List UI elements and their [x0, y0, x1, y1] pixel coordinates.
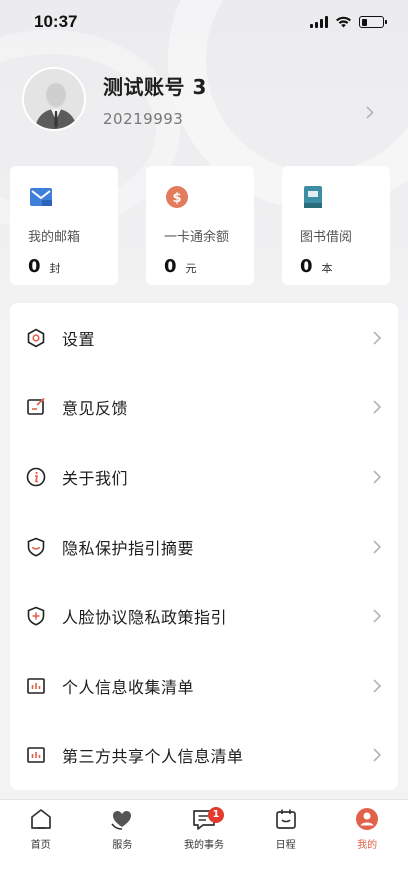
menu-item-label: 隐私保护指引摘要: [62, 538, 195, 558]
stat-value: 0: [28, 256, 41, 277]
user-avatar-icon: [24, 69, 84, 129]
menu-item-label: 人脸协议隐私政策指引: [62, 608, 228, 628]
chevron-right-icon: [373, 679, 382, 693]
bottom-tab-bar: 首页 服务 1 我的事务 日程 我的: [0, 799, 408, 883]
stat-unit: 元: [185, 262, 197, 275]
stat-value: 0: [300, 256, 313, 277]
tab-label: 我的事务: [183, 840, 224, 851]
menu-item-about-us[interactable]: 关于我们: [10, 442, 398, 512]
battery-icon: [359, 16, 387, 28]
status-time: 10:37: [34, 12, 78, 31]
menu-item-label: 个人信息收集清单: [62, 677, 195, 697]
menu-item-third-party-sharing-list[interactable]: 第三方共享个人信息清单: [10, 721, 398, 791]
svg-text:$: $: [172, 191, 181, 206]
stat-label: 图书借阅: [300, 230, 353, 245]
menu-item-feedback[interactable]: 意见反馈: [10, 373, 398, 443]
home-icon: [30, 809, 51, 829]
menu-item-face-privacy-policy[interactable]: 人脸协议隐私政策指引: [10, 581, 398, 651]
info-icon: [24, 465, 48, 489]
stat-card-mailbox[interactable]: 我的邮箱 0 封: [10, 166, 118, 285]
status-bar: 10:37: [0, 0, 408, 44]
dollar-coin-icon: $: [166, 186, 188, 208]
menu-item-label: 设置: [62, 329, 96, 349]
tab-home[interactable]: 首页: [1, 806, 81, 883]
stat-card-card-balance[interactable]: $ 一卡通余额 0 元: [146, 166, 254, 285]
calendar-icon: [275, 809, 296, 829]
tab-service[interactable]: 服务: [82, 806, 162, 883]
chevron-right-icon: [373, 470, 382, 484]
chevron-right-icon: [373, 331, 382, 345]
settings-icon: [24, 326, 48, 350]
notification-badge: 1: [207, 807, 224, 823]
settings-menu: 设置 意见反馈 关于我们 隐私保护指引摘要 人脸协议隐私政策指引 个人信息收集清…: [10, 303, 398, 790]
feedback-icon: [24, 395, 48, 419]
menu-item-label: 第三方共享个人信息清单: [62, 747, 244, 767]
chevron-right-icon: [373, 748, 382, 762]
book-icon: [304, 186, 322, 208]
stat-unit: 本: [321, 262, 333, 275]
profile-header[interactable]: 测试账号 3 20219993: [22, 66, 388, 132]
tab-mine[interactable]: 我的: [327, 806, 407, 883]
stat-label: 一卡通余额: [164, 230, 230, 245]
tab-label: 服务: [112, 840, 133, 851]
status-icons: [310, 16, 387, 28]
stat-cards: 我的邮箱 0 封 $ 一卡通余额 0 元 图书借阅 0 本: [10, 166, 408, 286]
chevron-right-icon: [373, 540, 382, 554]
stat-card-library[interactable]: 图书借阅 0 本: [282, 166, 390, 285]
tab-my-tasks[interactable]: 1 我的事务: [164, 806, 244, 883]
chevron-right-icon: [373, 609, 382, 623]
stat-label: 我的邮箱: [28, 230, 81, 245]
chart-list-icon: [24, 674, 48, 698]
face-shield-icon: [24, 604, 48, 628]
avatar[interactable]: [22, 67, 86, 131]
mail-icon: [30, 188, 52, 206]
chart-list-icon: [24, 743, 48, 767]
profile-name: 测试账号 3: [103, 74, 207, 99]
chevron-right-icon: [373, 400, 382, 414]
profile-id: 20219993: [103, 109, 184, 128]
wifi-icon: [336, 16, 351, 28]
tab-schedule[interactable]: 日程: [246, 806, 326, 883]
menu-item-personal-info-list[interactable]: 个人信息收集清单: [10, 651, 398, 721]
menu-item-privacy-summary[interactable]: 隐私保护指引摘要: [10, 512, 398, 582]
menu-item-settings[interactable]: 设置: [10, 303, 398, 373]
menu-item-label: 关于我们: [62, 468, 129, 488]
tab-label: 我的: [357, 840, 378, 851]
tab-label: 日程: [275, 840, 296, 851]
cellular-signal-icon: [310, 16, 328, 28]
privacy-shield-icon: [24, 535, 48, 559]
user-icon: [356, 808, 379, 830]
stat-value: 0: [164, 256, 177, 277]
chevron-right-icon[interactable]: [366, 106, 374, 119]
tab-label: 首页: [30, 840, 51, 851]
service-heart-icon: [111, 811, 132, 830]
menu-item-label: 意见反馈: [62, 399, 129, 419]
stat-unit: 封: [49, 262, 61, 275]
